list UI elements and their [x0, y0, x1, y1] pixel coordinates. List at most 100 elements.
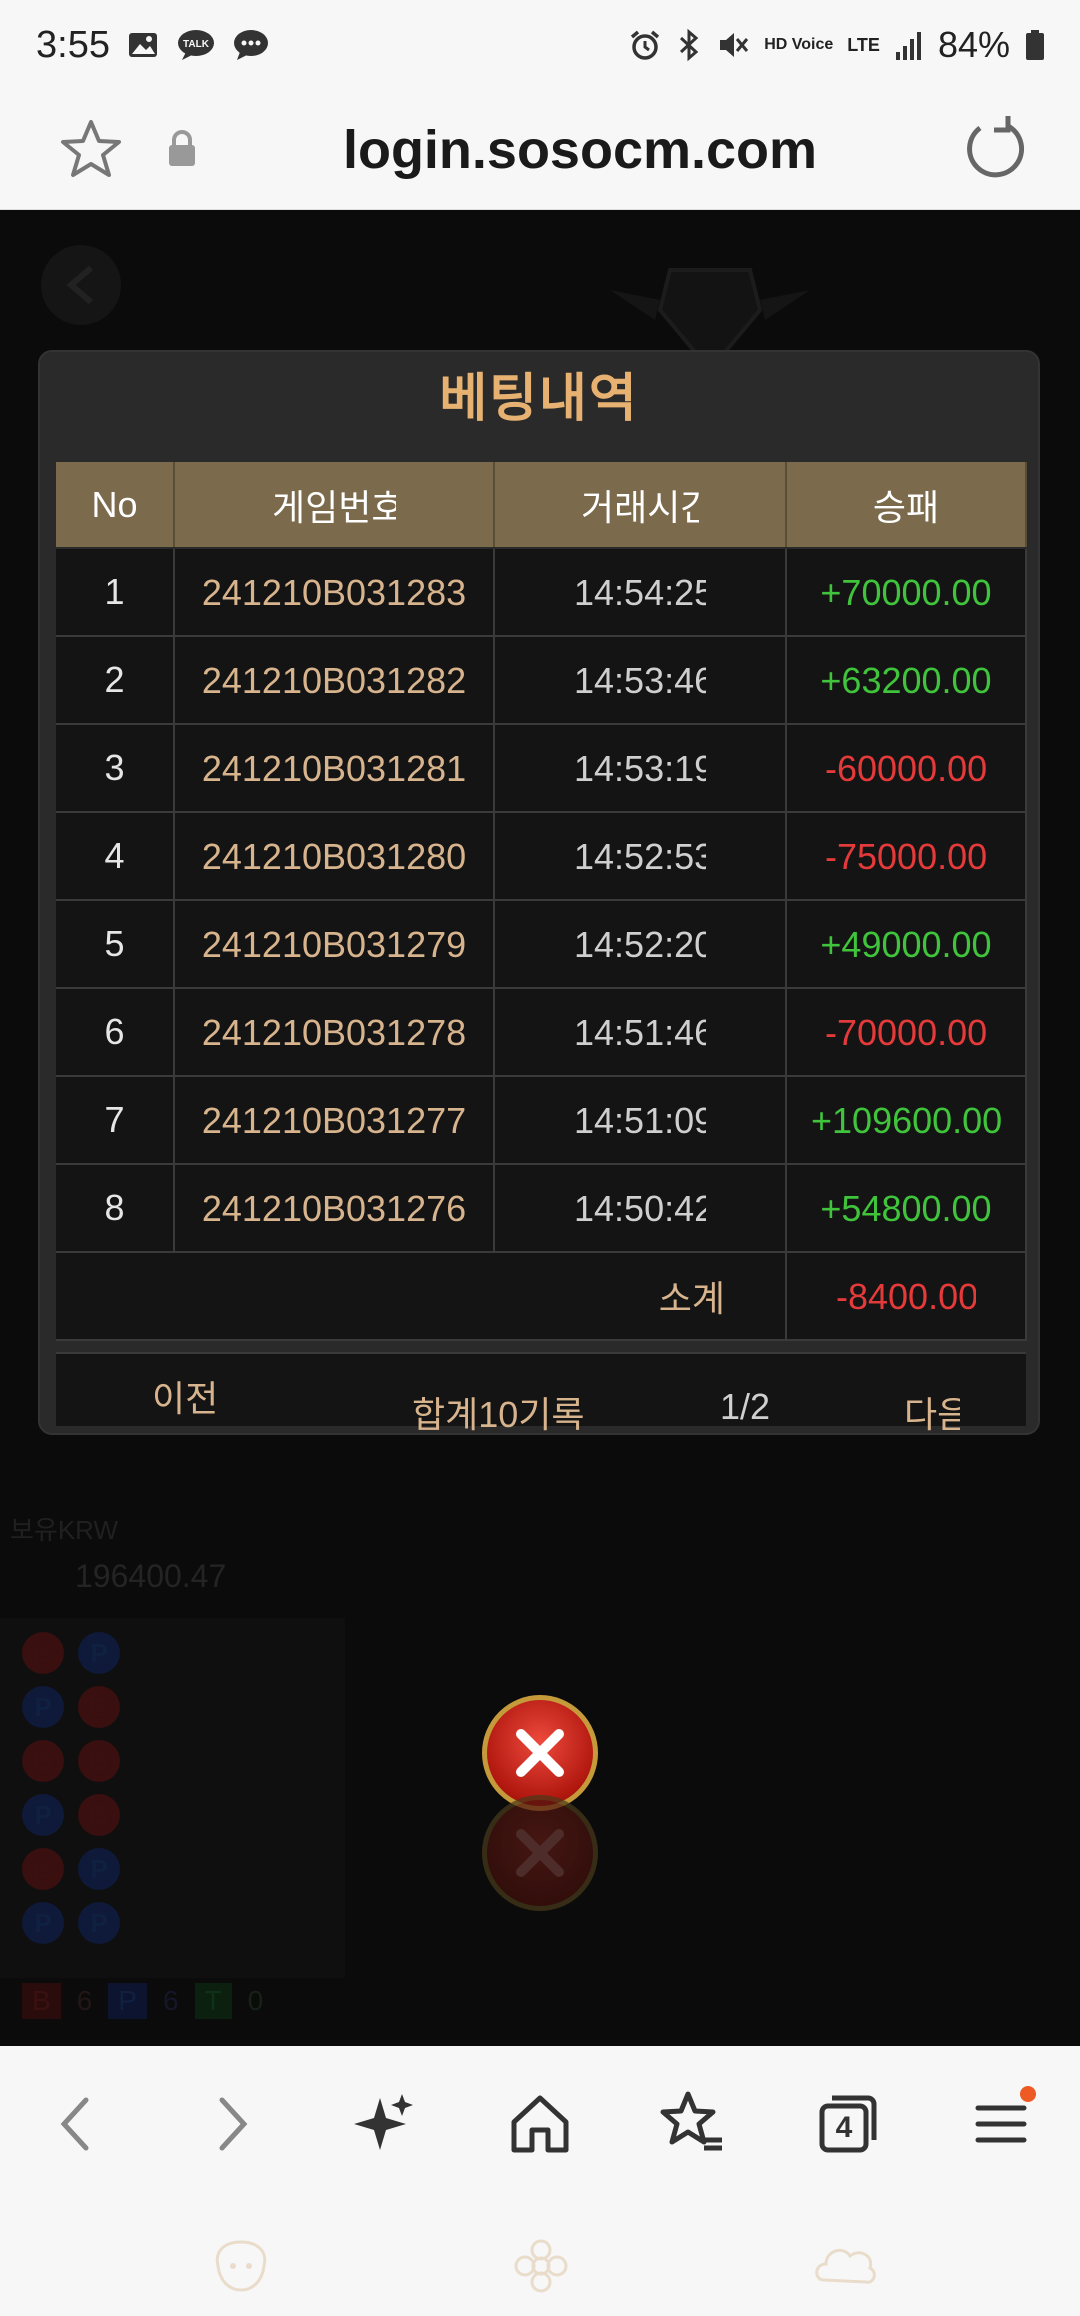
browser-nav-bar: 4: [0, 2046, 1080, 2316]
battery-percent: 84%: [937, 24, 1010, 65]
row-time: 14:54:25: [494, 548, 787, 637]
bead-b: B: [78, 1740, 120, 1782]
count-p-value: 6: [162, 1985, 179, 2016]
game-number-link[interactable]: 241210B031283: [174, 548, 495, 637]
row-no: 8: [56, 1164, 175, 1253]
game-number-link[interactable]: 241210B031276: [174, 1164, 495, 1253]
table-header: No 게임번호 거래시간 승패: [56, 462, 1027, 549]
gallery-icon: [128, 33, 157, 57]
row-no: 4: [56, 812, 175, 901]
balance-label: 보유KRW: [10, 1515, 119, 1545]
row-result: +70000.00: [786, 548, 1027, 637]
bead-p: P: [78, 1902, 120, 1944]
bead-b: B: [22, 1632, 64, 1674]
bookmarks-icon[interactable]: [652, 2084, 732, 2164]
puppy-icon: [215, 2240, 267, 2292]
status-bar: 3:55 TALK HD Voice LTE 84%: [0, 0, 1080, 90]
clock: 3:55: [36, 23, 110, 66]
row-no: 2: [56, 636, 175, 725]
row-time: 14:53:46: [494, 636, 787, 725]
tabs-button[interactable]: 4: [808, 2084, 888, 2164]
prev-button[interactable]: 이전: [152, 1370, 218, 1422]
lte-icon: LTE: [847, 34, 880, 55]
table-row: 4 241210B031280 14:52:53 -75000.00: [56, 812, 1027, 901]
back-icon: [41, 245, 121, 325]
close-icon: [516, 1729, 564, 1777]
bookmark-star-icon[interactable]: [56, 114, 126, 184]
count-b-label: B: [22, 1983, 61, 2019]
subtotal-label: 소계: [56, 1252, 787, 1341]
close-modal-button[interactable]: [482, 1695, 598, 1811]
row-no: 3: [56, 724, 175, 813]
modal-title: 베팅내역: [439, 370, 639, 428]
game-number-link[interactable]: 241210B031282: [174, 636, 495, 725]
game-number-link[interactable]: 241210B031280: [174, 812, 495, 901]
row-no: 7: [56, 1076, 175, 1165]
subtotal-value: -8400.00: [786, 1252, 1027, 1341]
notification-dot: [1020, 2086, 1036, 2102]
table-row: 1 241210B031283 14:54:25 +70000.00: [56, 548, 1027, 637]
mute-icon: [720, 33, 749, 57]
svg-text:TALK: TALK: [183, 39, 210, 50]
betting-history-modal: 베팅내역 No 게임번호 거래시간 승패 1 241210B031283 14:…: [38, 350, 1040, 1435]
pagination: 이전 합계10기록 1/2 다음: [56, 1352, 1026, 1435]
signal-icon: [895, 32, 921, 60]
betting-history-table: No 게임번호 거래시간 승패 1 241210B031283 14:54:25…: [56, 462, 1027, 1341]
bead-p: P: [22, 1902, 64, 1944]
close-button-shadow: [482, 1795, 598, 1911]
header-result: 승패: [786, 462, 1027, 549]
header-time: 거래시간: [494, 462, 787, 549]
talk-icon: TALK: [177, 30, 214, 60]
header-game-number: 게임번호: [174, 462, 495, 549]
balance-value: 196400.47: [75, 1558, 227, 1594]
row-time: 14:53:19: [494, 724, 787, 813]
lock-icon: [169, 130, 195, 166]
close-icon: [516, 1829, 564, 1877]
row-time: 14:50:42: [494, 1164, 787, 1253]
row-result: -75000.00: [786, 812, 1027, 901]
table-row: 8 241210B031276 14:50:42 +54800.00: [56, 1164, 1027, 1253]
subtotal-row: 소계 -8400.00: [56, 1252, 1027, 1341]
table-row: 6 241210B031278 14:51:46 -70000.00: [56, 988, 1027, 1077]
bead-b: B: [78, 1686, 120, 1728]
flower-icon: [514, 2239, 568, 2293]
table-row: 2 241210B031282 14:53:46 +63200.00: [56, 636, 1027, 725]
header-no: No: [56, 462, 175, 549]
row-result: -60000.00: [786, 724, 1027, 813]
sparkle-ai-icon[interactable]: [344, 2084, 424, 2164]
row-result: +54800.00: [786, 1164, 1027, 1253]
row-result: -70000.00: [786, 988, 1027, 1077]
alarm-icon: [631, 30, 660, 60]
back-arrow-icon[interactable]: [36, 2084, 116, 2164]
menu-button[interactable]: [962, 2084, 1042, 2164]
home-icon[interactable]: [500, 2084, 580, 2164]
game-number-link[interactable]: 241210B031277: [174, 1076, 495, 1165]
count-b-value: 6: [76, 1985, 93, 2016]
bead-b: B: [22, 1740, 64, 1782]
row-time: 14:52:20: [494, 900, 787, 989]
cloud-icon: [815, 2248, 876, 2284]
bead-b: B: [22, 1848, 64, 1890]
table-row: 3 241210B031281 14:53:19 -60000.00: [56, 724, 1027, 813]
row-result: +109600.00: [786, 1076, 1027, 1165]
reload-icon[interactable]: [958, 112, 1032, 186]
row-result: +49000.00: [786, 900, 1027, 989]
count-p-label: P: [108, 1983, 147, 2019]
count-t-label: T: [194, 1983, 232, 2019]
count-strip: B 6 P 6 T 0: [22, 1978, 263, 2024]
game-number-link[interactable]: 241210B031279: [174, 900, 495, 989]
game-number-link[interactable]: 241210B031281: [174, 724, 495, 813]
game-number-link[interactable]: 241210B031278: [174, 988, 495, 1077]
bluetooth-icon: [680, 28, 699, 62]
message-icon: [233, 30, 268, 60]
row-no: 5: [56, 900, 175, 989]
bead-p: P: [22, 1686, 64, 1728]
table-row: 7 241210B031277 14:51:09 +109600.00: [56, 1076, 1027, 1165]
bead-p: P: [78, 1632, 120, 1674]
row-time: 14:52:53: [494, 812, 787, 901]
forward-arrow-icon[interactable]: [192, 2084, 272, 2164]
bead-p: P: [78, 1848, 120, 1890]
url-text[interactable]: login.sosocm.com: [230, 112, 930, 188]
address-bar: login.sosocm.com: [0, 90, 1080, 210]
row-time: 14:51:46: [494, 988, 787, 1077]
